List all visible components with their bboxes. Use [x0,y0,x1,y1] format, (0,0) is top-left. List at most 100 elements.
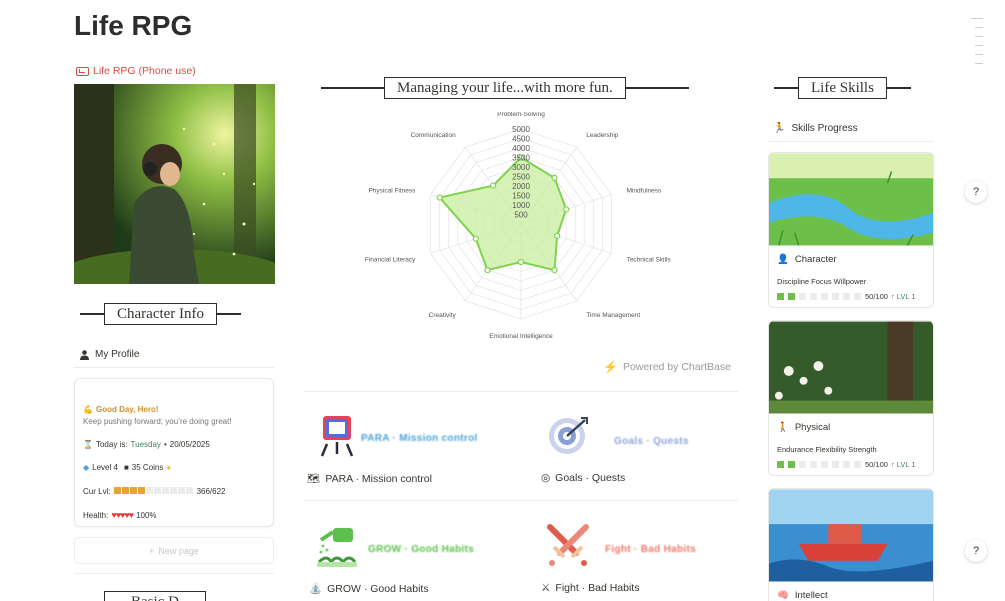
para-tile[interactable] [317,414,361,463]
skills-radar-chart: 500045004000350030002500200015001000500 P… [365,112,672,340]
radar-axis-label: Creativity [429,312,457,319]
radar-data-point [551,174,558,181]
goals-tile[interactable] [547,414,591,463]
skill-card-character[interactable]: 👤 Character Discipline Focus Willpower 5… [768,152,934,308]
coin-icon: ● [166,463,172,472]
grow-link-label: GROW · Good Habits [327,582,429,595]
divider [74,367,274,368]
goals-link-label: Goals · Quests [555,472,626,484]
today-label: Today is: [95,440,128,449]
target-icon [549,417,588,454]
radar-axis-label: Mindfulness [627,188,662,195]
radar-data-point [436,194,443,201]
new-page-label: New page [158,545,199,556]
coins: 35 Coins [131,463,164,472]
crossed-swords-icon [547,524,589,566]
skill-name: 🚶 Physical [777,422,831,433]
date: 20/05/2025 [169,440,210,449]
sparkle-icon: ? [972,186,980,198]
weekday: Tuesday [130,440,161,449]
radar-tick-label: 2500 [512,173,530,182]
grow-tile-title: GROW · Good Habits [368,544,474,555]
skill-traits: Discipline Focus Willpower [777,277,867,286]
radar-tick-label: 500 [514,211,528,220]
muscle-icon: 💪 [83,405,93,414]
presentation-board-icon [320,416,354,457]
radar-data-point [551,267,558,274]
skill-card-intellect[interactable]: 🧠 Intellect [768,488,934,601]
skill-traits: Endurance Flexibility Strength [777,445,877,454]
skill-name: 👤 Character [777,254,837,265]
phone-use-link[interactable]: Life RPG (Phone use) [76,65,196,77]
radar-tick-label: 4000 [512,144,530,153]
fight-tile[interactable] [546,523,590,572]
radar-data-point [472,235,479,242]
brain-icon: 🧠 [777,590,789,601]
radar-data-point [489,182,497,189]
cur-lvl-square [113,487,121,494]
radar-tick-label: 1000 [512,201,530,210]
radar-tick-label: 5000 [512,125,530,134]
divider [74,573,274,574]
cur-lvl-square [145,487,153,494]
calendar-icon: ⌛ [83,440,93,449]
link-page-icon [76,66,89,76]
phone-use-link-label: Life RPG (Phone use) [93,65,196,77]
level: Level 4 [92,463,118,472]
radar-axis-label: Technical Skills [627,256,672,263]
powered-by-label: Powered by ChartBase [622,361,731,373]
grow-link[interactable]: ⛲ GROW · Good Habits [309,582,429,596]
sprout-icon: ⛲ [309,583,323,595]
forest-image [769,321,933,414]
new-page-button[interactable]: + New page [74,537,274,564]
page-outline[interactable] [971,18,985,72]
cur-lvl-square [121,487,129,494]
cur-lvl-square [137,487,145,494]
watering-can-icon [317,528,357,567]
life-skills-heading: Life Skills [774,77,911,99]
skill-level: 50/100 ↑ LVL 1 [769,460,924,469]
radar-data-point [554,232,561,239]
lightning-icon: ⚡ [603,360,618,374]
cur-lvl-square [129,487,137,494]
goals-tile-title: Goals · Quests [614,436,689,447]
stream-image [769,153,933,246]
radar-axis-label: Financial Literacy [365,256,416,263]
ai-assist-button[interactable]: ? [965,181,987,203]
grow-tile[interactable] [317,524,361,573]
powered-by-link[interactable]: ⚡ Powered by ChartBase [603,360,731,374]
hearts: ♥♥♥♥♥ [111,510,134,520]
person-icon: 👤 [777,254,789,265]
help-icon: ? [972,545,980,557]
cur-lvl-bar [113,487,194,496]
sword-icon: ⚔ [541,582,551,594]
radar-tick-label: 4500 [512,135,530,144]
cur-lvl-square [169,487,177,494]
radar-tick-label: 3500 [512,154,530,163]
skills-progress-link[interactable]: 🏃 Skills Progress [773,123,858,134]
hero-image [74,84,275,284]
plus-icon: + [149,545,155,556]
skills-progress-label: Skills Progress [791,123,858,134]
help-button[interactable]: ? [965,540,987,562]
goals-link[interactable]: ◎ Goals · Quests [541,472,625,484]
radar-axis-label: Communication [411,132,457,139]
my-profile-label: My Profile [95,349,140,360]
radar-tick-label: 3000 [512,163,530,172]
fight-link[interactable]: ⚔ Fight · Bad Habits [541,582,639,594]
skill-name: 🧠 Intellect [777,590,828,601]
next-section-heading: Basic D [80,591,230,601]
character-info-heading: Character Info [80,303,242,325]
cur-lvl-label: Cur Lvl: [83,487,111,496]
diamond-icon: ◆ [83,463,90,472]
skill-card-physical[interactable]: 🚶 Physical Endurance Flexibility Strengt… [768,320,934,476]
divider [304,391,738,392]
my-profile-link[interactable]: My Profile [80,349,139,360]
cur-lvl-square [153,487,161,494]
square-icon: ■ [123,463,129,472]
health-label: Health: [83,510,109,520]
radar-axis-label: Physical Fitness [368,188,416,195]
para-link[interactable]: 🗺 PARA · Mission control [307,472,432,486]
greeting: Good Day, Hero! [95,405,159,414]
cur-lvl-progress: 366/622 [196,487,226,496]
